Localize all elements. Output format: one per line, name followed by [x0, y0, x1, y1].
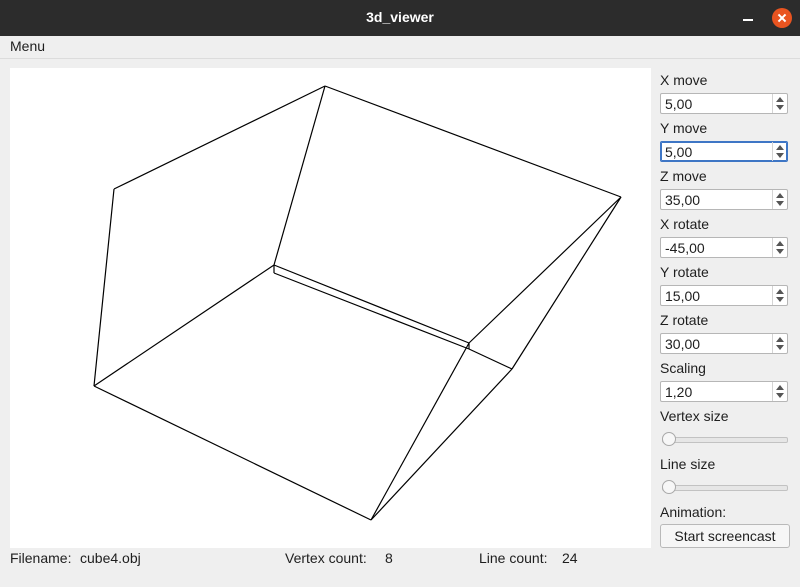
scaling-stepper[interactable] — [772, 382, 787, 401]
y-move-spinbox[interactable]: 5,00 — [660, 141, 788, 162]
chevron-down-icon[interactable] — [776, 105, 784, 110]
scaling-label: Scaling — [660, 360, 706, 376]
edge — [511, 196, 622, 370]
y-rotate-stepper[interactable] — [772, 286, 787, 305]
chevron-down-icon[interactable] — [776, 345, 784, 350]
filename-value: cube4.obj — [80, 550, 141, 566]
x-move-label: X move — [660, 72, 708, 88]
render-viewport[interactable] — [10, 68, 651, 548]
z-rotate-spinbox[interactable]: 30,00 — [660, 333, 788, 354]
y-move-stepper[interactable] — [772, 142, 787, 161]
edge — [468, 348, 513, 370]
z-move-stepper[interactable] — [772, 190, 787, 209]
chevron-down-icon[interactable] — [776, 201, 784, 206]
window-title: 3d_viewer — [366, 9, 434, 25]
edge — [113, 85, 326, 190]
chevron-up-icon[interactable] — [776, 241, 784, 246]
edge — [93, 385, 372, 521]
chevron-down-icon[interactable] — [776, 297, 784, 302]
edge — [324, 85, 622, 198]
vertex-size-slider[interactable] — [660, 432, 788, 446]
edge — [93, 188, 115, 387]
slider-track[interactable] — [662, 485, 788, 491]
edge — [273, 272, 470, 350]
chevron-up-icon[interactable] — [776, 97, 784, 102]
z-move-value: 35,00 — [665, 192, 701, 208]
y-rotate-label: Y rotate — [660, 264, 709, 280]
vertex-size-label: Vertex size — [660, 408, 729, 424]
z-rotate-stepper[interactable] — [772, 334, 787, 353]
slider-handle[interactable] — [662, 432, 676, 446]
edge — [273, 264, 470, 344]
slider-handle[interactable] — [662, 480, 676, 494]
x-rotate-value: -45,00 — [665, 240, 705, 256]
x-rotate-stepper[interactable] — [772, 238, 787, 257]
line-size-slider[interactable] — [660, 480, 788, 494]
chevron-down-icon[interactable] — [776, 153, 784, 158]
edge — [468, 196, 622, 344]
x-rotate-spinbox[interactable]: -45,00 — [660, 237, 788, 258]
title-bar: 3d_viewer — [0, 0, 800, 36]
slider-track[interactable] — [662, 437, 788, 443]
menu-bar: Menu — [0, 36, 800, 59]
line-count-label: Line count: — [479, 550, 548, 566]
chevron-up-icon[interactable] — [776, 337, 784, 342]
x-move-value: 5,00 — [665, 96, 693, 112]
minimize-icon[interactable] — [740, 8, 756, 26]
vertex-count-value: 8 — [385, 550, 393, 566]
y-move-label: Y move — [660, 120, 708, 136]
filename-label: Filename: — [10, 550, 72, 566]
x-rotate-label: X rotate — [660, 216, 710, 232]
chevron-up-icon[interactable] — [776, 145, 784, 150]
y-rotate-spinbox[interactable]: 15,00 — [660, 285, 788, 306]
chevron-up-icon[interactable] — [776, 193, 784, 198]
z-move-spinbox[interactable]: 35,00 — [660, 189, 788, 210]
edge — [93, 264, 275, 387]
scaling-value: 1,20 — [665, 384, 693, 400]
z-rotate-label: Z rotate — [660, 312, 709, 328]
menu-button[interactable]: Menu — [10, 38, 45, 54]
animation-label: Animation: — [660, 504, 727, 520]
chevron-up-icon[interactable] — [776, 289, 784, 294]
line-size-label: Line size — [660, 456, 716, 472]
start-screencast-button[interactable]: Start screencast — [660, 524, 790, 548]
x-move-stepper[interactable] — [772, 94, 787, 113]
scaling-spinbox[interactable]: 1,20 — [660, 381, 788, 402]
z-move-label: Z move — [660, 168, 707, 184]
line-count-value: 24 — [562, 550, 578, 566]
edge — [273, 85, 326, 266]
chevron-down-icon[interactable] — [776, 393, 784, 398]
chevron-down-icon[interactable] — [776, 249, 784, 254]
close-icon[interactable] — [772, 8, 792, 28]
chevron-up-icon[interactable] — [776, 385, 784, 390]
z-rotate-value: 30,00 — [665, 336, 701, 352]
model-wireframe — [93, 85, 622, 521]
y-rotate-value: 15,00 — [665, 288, 701, 304]
y-move-value: 5,00 — [665, 144, 693, 160]
x-move-spinbox[interactable]: 5,00 — [660, 93, 788, 114]
vertex-count-label: Vertex count: — [285, 550, 367, 566]
